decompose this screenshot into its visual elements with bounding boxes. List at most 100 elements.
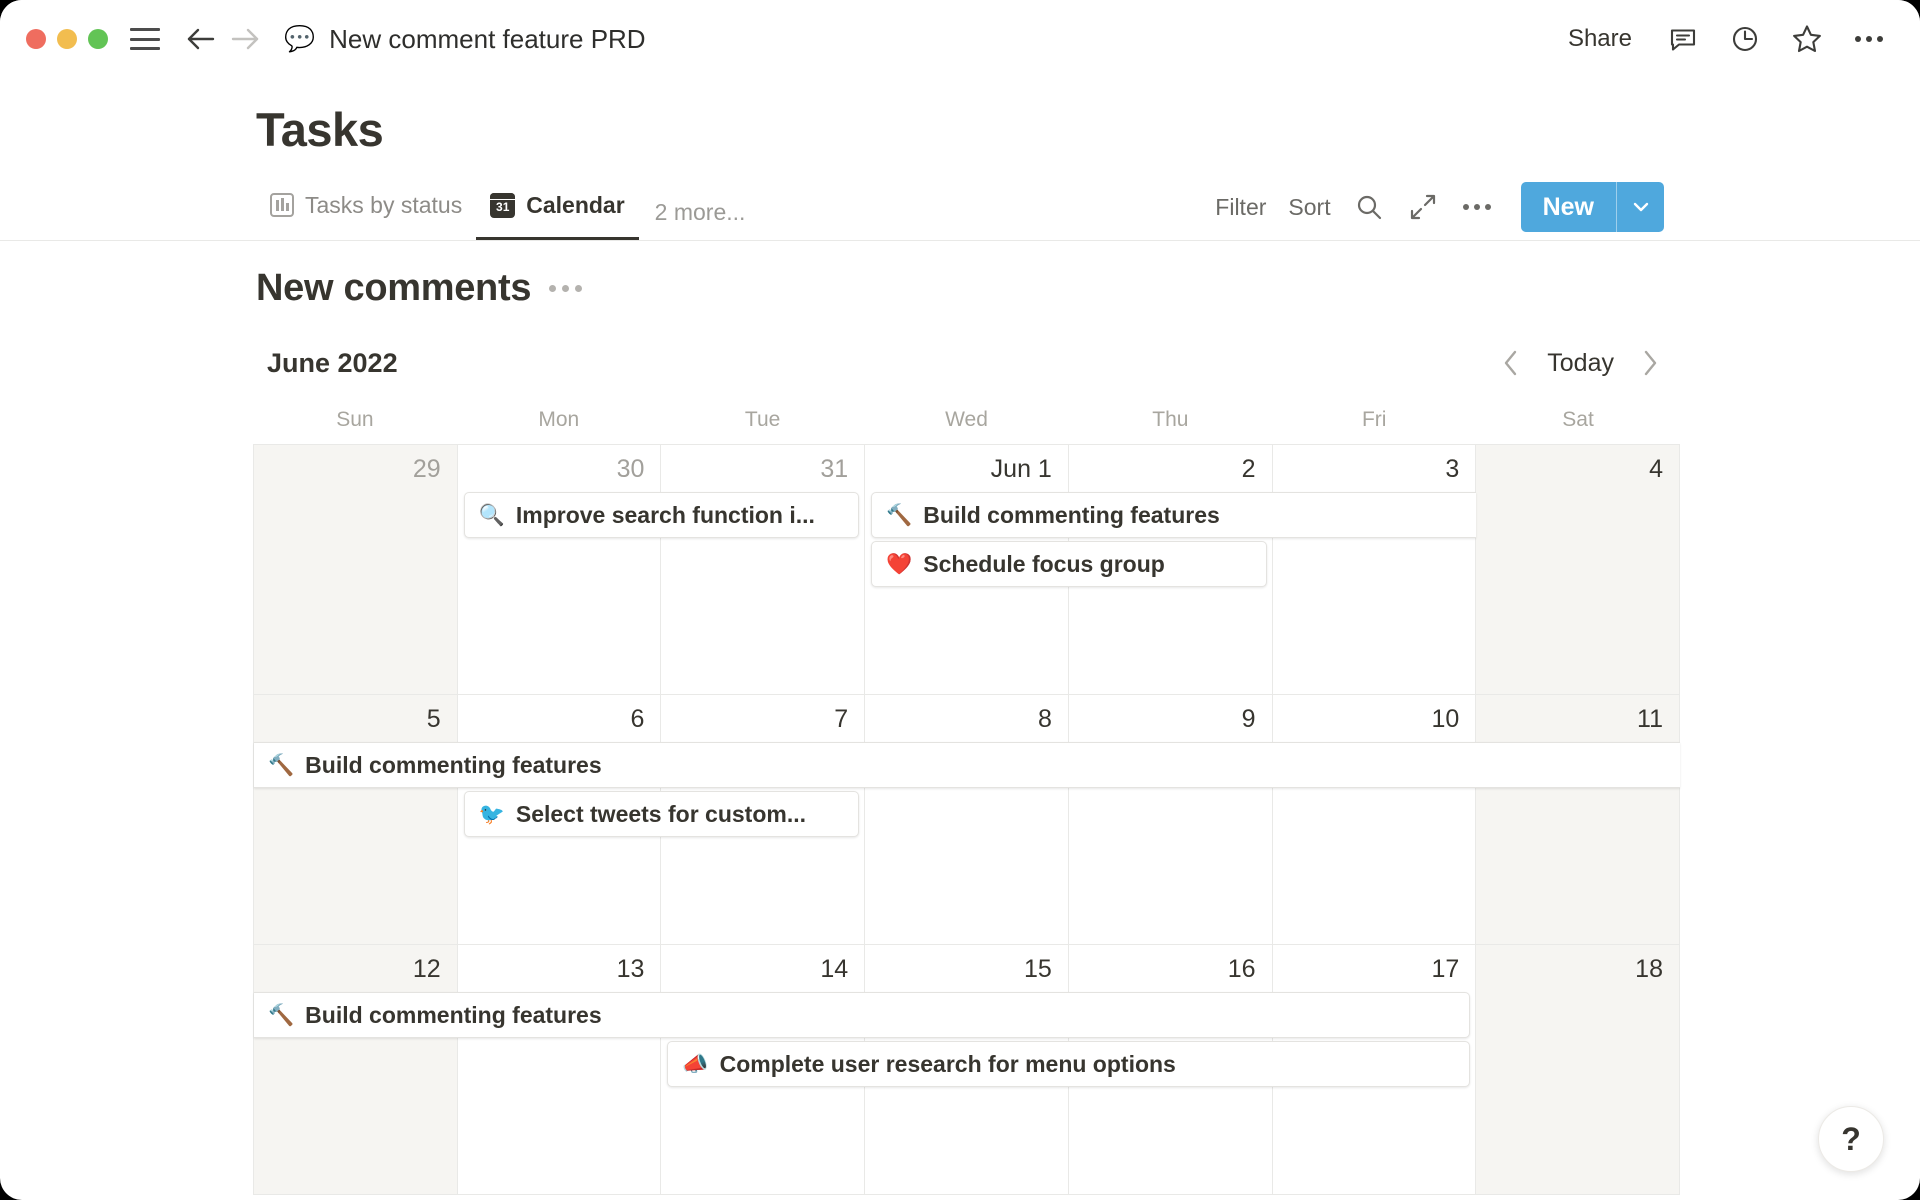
weekday-label: Mon bbox=[538, 408, 580, 431]
day-number: 7 bbox=[834, 705, 849, 733]
calendar-week-row: 12 13 14 15 16 17 18 🔨 Build commenting features… bbox=[254, 945, 1680, 1195]
day-number: 17 bbox=[1431, 955, 1460, 983]
weekday-label: Thu bbox=[1152, 408, 1189, 431]
calendar-day-cell[interactable]: 5 bbox=[254, 695, 458, 944]
more-menu-icon[interactable] bbox=[1852, 22, 1886, 56]
calendar-day-cell[interactable]: 31 bbox=[661, 445, 866, 694]
document-title: New comment feature PRD bbox=[329, 23, 646, 54]
share-button[interactable]: Share bbox=[1562, 23, 1638, 55]
new-button-group[interactable]: New bbox=[1520, 182, 1664, 232]
event-emoji-icon: 🔍 bbox=[478, 503, 505, 527]
weekday-label: Wed bbox=[945, 408, 988, 431]
minimize-window-button[interactable] bbox=[57, 29, 77, 49]
event-title: Build commenting features bbox=[923, 501, 1220, 528]
tab-calendar[interactable]: 31 Calendar bbox=[476, 185, 639, 240]
calendar-month-label: June 2022 bbox=[267, 347, 398, 378]
event-emoji-icon: 🐦 bbox=[478, 802, 505, 826]
database-title: New comments bbox=[256, 267, 532, 309]
day-number: 9 bbox=[1241, 705, 1256, 733]
database-header: New comments bbox=[256, 267, 1920, 310]
breadcrumb[interactable]: 💬 New comment feature PRD bbox=[284, 24, 646, 55]
day-number: 29 bbox=[412, 455, 441, 483]
chevron-right-icon[interactable] bbox=[1636, 346, 1664, 380]
event-emoji-icon: 🔨 bbox=[886, 503, 913, 527]
calendar-day-cell[interactable]: 11 bbox=[1476, 695, 1680, 944]
calendar-event[interactable]: 📣 Complete user research for menu options bbox=[667, 1041, 1471, 1087]
sidebar-toggle-icon[interactable] bbox=[130, 28, 160, 50]
weekday-label: Tue bbox=[744, 408, 781, 431]
chevron-down-icon[interactable] bbox=[1616, 182, 1664, 232]
day-number: 30 bbox=[616, 455, 645, 483]
maximize-window-button[interactable] bbox=[88, 29, 108, 49]
sort-button[interactable]: Sort bbox=[1288, 194, 1330, 221]
calendar-grid: 29 30 31 Jun 1 2 3 4 🔍 Improve search function i… bbox=[253, 444, 1680, 1195]
back-arrow-icon[interactable] bbox=[186, 24, 216, 54]
weekday-label: Sun bbox=[336, 408, 374, 431]
event-emoji-icon: 🔨 bbox=[268, 1003, 295, 1027]
expand-arrows-icon[interactable] bbox=[1407, 191, 1439, 223]
database-more-menu-icon[interactable] bbox=[549, 285, 583, 292]
event-title: Select tweets for custom... bbox=[515, 800, 806, 827]
calendar-31-icon: 31 bbox=[490, 192, 516, 218]
filter-button[interactable]: Filter bbox=[1215, 194, 1266, 221]
event-title: Complete user research for menu options bbox=[719, 1050, 1176, 1077]
new-button[interactable]: New bbox=[1521, 182, 1616, 232]
calendar-day-cell[interactable]: 12 bbox=[254, 945, 458, 1194]
tabs-more-button[interactable]: 2 more... bbox=[639, 199, 758, 240]
day-number: 11 bbox=[1637, 705, 1663, 733]
close-window-button[interactable] bbox=[26, 29, 46, 49]
calendar-weekday-header: Sun Mon Tue Wed Thu Fri Sat bbox=[253, 408, 1680, 444]
event-emoji-icon: 🔨 bbox=[268, 753, 295, 777]
day-number: 31 bbox=[820, 455, 849, 483]
calendar-event[interactable]: 🔨 Build commenting features bbox=[254, 742, 1680, 788]
day-number: 3 bbox=[1445, 455, 1460, 483]
tab-label: Tasks by status bbox=[305, 191, 463, 218]
day-number: Jun 1 bbox=[990, 455, 1052, 483]
event-title: Schedule focus group bbox=[923, 550, 1165, 577]
window-titlebar: 💬 New comment feature PRD Share bbox=[0, 0, 1920, 78]
star-icon[interactable] bbox=[1790, 22, 1824, 56]
calendar-day-cell[interactable]: 18 bbox=[1476, 945, 1680, 1194]
view-tabs: Tasks by status 31 Calendar 2 more... bbox=[256, 185, 757, 240]
calendar-day-cell[interactable]: 9 bbox=[1069, 695, 1273, 944]
day-number: 8 bbox=[1037, 705, 1052, 733]
event-title: Build commenting features bbox=[305, 1001, 602, 1028]
help-button[interactable]: ? bbox=[1818, 1106, 1884, 1172]
calendar-day-cell[interactable]: 30 bbox=[458, 445, 662, 694]
event-title: Improve search function i... bbox=[515, 501, 815, 528]
event-emoji-icon: ❤️ bbox=[886, 552, 913, 576]
calendar-event[interactable]: ❤️ Schedule focus group bbox=[871, 541, 1267, 587]
day-number: 12 bbox=[412, 955, 441, 983]
calendar-day-cell[interactable]: 10 bbox=[1273, 695, 1477, 944]
page-body: Tasks Tasks by status 31 Calendar 2 more… bbox=[0, 102, 1920, 1195]
calendar-event[interactable]: 🔍 Improve search function i... bbox=[463, 492, 860, 538]
calendar-day-cell[interactable]: 13 bbox=[458, 945, 662, 1194]
comment-icon[interactable] bbox=[1666, 22, 1700, 56]
day-number: 13 bbox=[616, 955, 645, 983]
calendar-event[interactable]: 🔨 Build commenting features bbox=[254, 992, 1471, 1038]
calendar-day-cell[interactable]: 8 bbox=[865, 695, 1069, 944]
traffic-light-controls bbox=[26, 29, 108, 49]
calendar-navigation: Today bbox=[1497, 346, 1664, 380]
today-button[interactable]: Today bbox=[1547, 349, 1614, 378]
view-tabs-bar: Tasks by status 31 Calendar 2 more... Fi… bbox=[0, 182, 1920, 241]
tab-tasks-by-status[interactable]: Tasks by status bbox=[256, 185, 476, 240]
forward-arrow-icon[interactable] bbox=[230, 24, 260, 54]
calendar-event[interactable]: 🐦 Select tweets for custom... bbox=[463, 791, 860, 837]
weekday-label: Fri bbox=[1361, 408, 1387, 431]
day-number: 5 bbox=[426, 705, 441, 733]
page-title: Tasks bbox=[256, 103, 384, 156]
calendar-toolbar: June 2022 Today bbox=[267, 340, 1664, 386]
day-number: 4 bbox=[1649, 455, 1663, 483]
calendar-day-cell[interactable]: 3 bbox=[1273, 445, 1477, 694]
calendar-event[interactable]: 🔨 Build commenting features bbox=[871, 492, 1477, 538]
calendar-day-cell[interactable]: 29 bbox=[254, 445, 458, 694]
search-icon[interactable] bbox=[1353, 191, 1385, 223]
calendar-week-row: 29 30 31 Jun 1 2 3 4 🔍 Improve search function i… bbox=[254, 445, 1680, 695]
day-number: 16 bbox=[1227, 955, 1256, 983]
chevron-left-icon[interactable] bbox=[1497, 346, 1525, 380]
view-more-menu-icon[interactable] bbox=[1461, 191, 1493, 223]
history-clock-icon[interactable] bbox=[1728, 22, 1762, 56]
day-number: 14 bbox=[820, 955, 849, 983]
calendar-day-cell[interactable]: 4 bbox=[1476, 445, 1680, 694]
